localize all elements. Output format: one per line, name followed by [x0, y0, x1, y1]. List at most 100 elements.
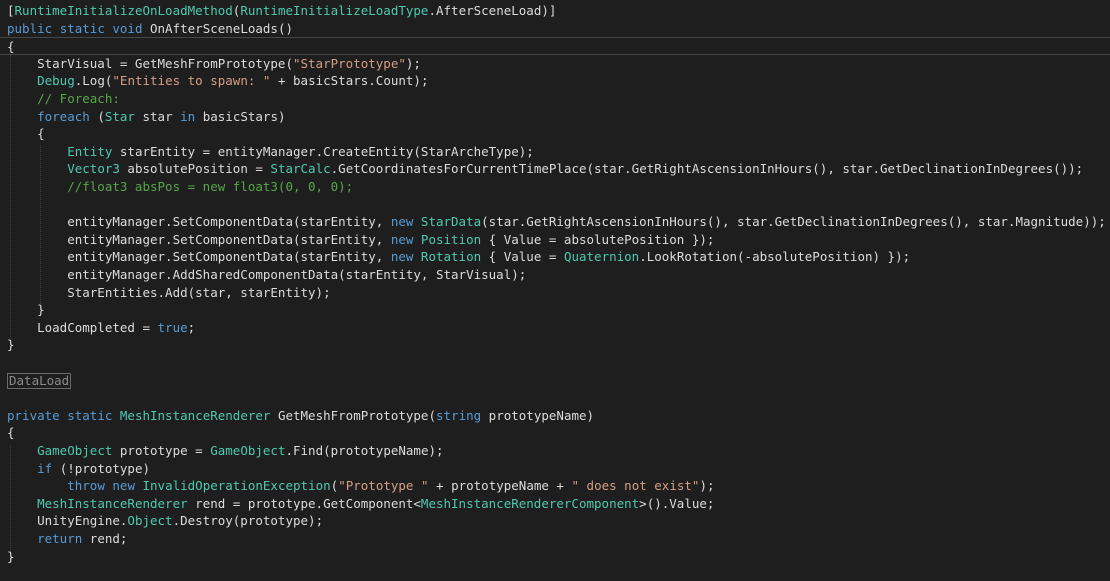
code-token: Star: [104, 108, 135, 124]
code-editor[interactable]: [RuntimeInitializeOnLoadMethod (RuntimeIn…: [0, 0, 1110, 581]
code-token: .LookRotation(-absolutePosition) });: [639, 249, 911, 265]
code-token: "StarPrototype": [292, 55, 406, 71]
code-line[interactable]: StarEntities.Add(star, starEntity);: [0, 284, 1110, 302]
code-line[interactable]: foreach (Star star in basicStars): [0, 108, 1110, 126]
code-token: "Prototype ": [338, 478, 429, 494]
code-token: RuntimeInitializeOnLoadMethod: [14, 3, 233, 18]
code-line[interactable]: StarVisual = GetMeshFromPrototype("StarP…: [0, 55, 1110, 73]
code-token: absolutePosition =: [119, 161, 271, 177]
code-line[interactable]: [0, 389, 1110, 407]
code-token: "Entities to spawn: ": [112, 73, 271, 89]
code-token: .Destroy(prototype);: [172, 513, 324, 529]
code-token: Quaternion: [563, 249, 640, 265]
code-token: StarVisual = GetMeshFromPrototype(: [7, 55, 293, 71]
code-token: {: [7, 126, 45, 142]
code-token: {: [7, 39, 15, 55]
code-token: in: [180, 108, 196, 124]
code-line[interactable]: [0, 196, 1110, 214]
code-line[interactable]: }: [0, 336, 1110, 354]
code-token: }: [7, 337, 15, 353]
code-line[interactable]: UnityEngine.Object.Destroy(prototype);: [0, 512, 1110, 530]
code-line[interactable]: Vector3 absolutePosition = StarCalc.GetC…: [0, 160, 1110, 178]
code-token: entityManager.AddSharedComponentData(sta…: [7, 267, 527, 282]
code-token: MeshInstanceRenderer: [37, 495, 188, 511]
code-line[interactable]: {: [0, 37, 1110, 55]
code-token: (: [89, 108, 105, 124]
code-line[interactable]: MeshInstanceRenderer rend = prototype.Ge…: [0, 495, 1110, 513]
code-line[interactable]: entityManager.SetComponentData(starEntit…: [0, 248, 1110, 266]
code-line[interactable]: [RuntimeInitializeOnLoadMethod(RuntimeIn…: [0, 2, 1110, 20]
code-token: public: [7, 20, 53, 36]
code-token: foreach: [37, 108, 90, 124]
code-line[interactable]: Entity starEntity = entityManager.Create…: [0, 143, 1110, 161]
code-token: star: [134, 108, 181, 124]
code-token: entityManager.SetComponentData(starEntit…: [7, 214, 391, 230]
code-token: prototype =: [112, 443, 211, 458]
code-line[interactable]: [0, 354, 1110, 372]
code-token: GetMeshFromPrototype(: [270, 407, 436, 423]
code-line[interactable]: // Foreach:: [0, 90, 1110, 108]
code-line[interactable]: entityManager.SetComponentData(starEntit…: [0, 213, 1110, 231]
code-token: GameObject: [210, 443, 286, 458]
code-line[interactable]: GameObject prototype = GameObject.Find(p…: [0, 442, 1110, 460]
code-token: //float3 absPos = new float3(0, 0, 0);: [7, 179, 354, 194]
code-token: }: [7, 548, 15, 564]
code-token: ;: [187, 319, 196, 335]
code-line[interactable]: entityManager.AddSharedComponentData(sta…: [0, 266, 1110, 284]
code-token: StarEntities.Add(star, starEntity);: [7, 284, 331, 300]
code-token: Object: [127, 513, 173, 529]
code-token: new: [390, 231, 414, 247]
code-token: InvalidOperationException: [142, 478, 331, 494]
code-token: new: [112, 478, 135, 494]
code-token: static: [59, 20, 105, 36]
code-line[interactable]: }: [0, 548, 1110, 566]
code-line[interactable]: }: [0, 301, 1110, 319]
code-token: rend;: [82, 531, 128, 546]
code-token: " does not exist": [571, 478, 700, 494]
code-token: Vector3: [67, 161, 120, 177]
code-token: (star.GetRightAscensionInHours(), star.G…: [481, 214, 1106, 230]
code-line[interactable]: //float3 absPos = new float3(0, 0, 0);: [0, 178, 1110, 196]
code-line[interactable]: entityManager.SetComponentData(starEntit…: [0, 231, 1110, 249]
code-token: MeshInstanceRendererComponent: [420, 495, 640, 511]
code-token: StarData: [420, 214, 482, 230]
collapsed-region-tag[interactable]: DataLoad: [7, 372, 72, 389]
code-token: new: [390, 214, 414, 230]
region-collapsed-line[interactable]: DataLoad: [0, 372, 1110, 390]
code-token: OnAfterSceneLoads(): [142, 20, 293, 36]
code-token: new: [390, 249, 414, 265]
code-line[interactable]: {: [0, 424, 1110, 442]
code-token: MeshInstanceRenderer: [119, 407, 271, 423]
code-line[interactable]: if (!prototype): [0, 460, 1110, 478]
code-line[interactable]: return rend;: [0, 530, 1110, 548]
code-line[interactable]: throw new InvalidOperationException("Pro…: [0, 477, 1110, 495]
code-token: private: [7, 407, 60, 423]
code-token: { Value =: [481, 249, 564, 265]
code-token: true: [157, 319, 188, 335]
code-token: LoadCompleted =: [7, 319, 158, 335]
code-line[interactable]: Debug.Log("Entities to spawn: " + basicS…: [0, 72, 1110, 90]
code-token: );: [405, 55, 421, 71]
code-line[interactable]: public static void OnAfterSceneLoads(): [0, 20, 1110, 38]
code-line[interactable]: LoadCompleted = true;: [0, 319, 1110, 337]
code-token: >().Value;: [639, 495, 715, 511]
code-token: entityManager.SetComponentData(starEntit…: [7, 231, 391, 247]
code-token: return: [37, 531, 83, 546]
code-token: static: [67, 407, 113, 423]
code-token: StarCalc: [270, 161, 331, 177]
code-line[interactable]: {: [0, 125, 1110, 143]
code-line[interactable]: private static MeshInstanceRenderer GetM…: [0, 407, 1110, 425]
